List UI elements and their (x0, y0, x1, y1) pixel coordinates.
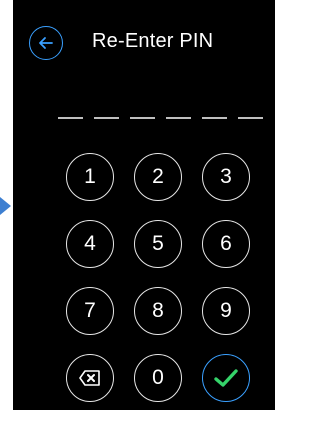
pin-slot (238, 117, 263, 119)
page-title: Re-Enter PIN (92, 30, 214, 52)
pin-slot (202, 117, 227, 119)
confirm-button[interactable] (202, 354, 250, 402)
key-9[interactable]: 9 (202, 287, 250, 335)
key-6[interactable]: 6 (202, 220, 250, 268)
key-1[interactable]: 1 (66, 153, 114, 201)
pin-slot (166, 117, 191, 119)
pointer-arrow-icon (0, 197, 11, 215)
pin-slot (58, 117, 83, 119)
key-4[interactable]: 4 (66, 220, 114, 268)
key-5[interactable]: 5 (134, 220, 182, 268)
header: Re-Enter PIN (13, 22, 275, 66)
key-8[interactable]: 8 (134, 287, 182, 335)
arrow-left-icon (39, 37, 53, 49)
pin-slot (130, 117, 155, 119)
backspace-button[interactable] (66, 354, 114, 402)
key-0[interactable]: 0 (134, 354, 182, 402)
backspace-icon (79, 370, 100, 386)
pin-entry-screen: Re-Enter PIN 1 2 3 4 5 6 7 8 9 0 (13, 0, 275, 410)
checkmark-icon (214, 369, 238, 387)
pin-slots (58, 117, 263, 119)
key-2[interactable]: 2 (134, 153, 182, 201)
key-7[interactable]: 7 (66, 287, 114, 335)
pin-slot (94, 117, 119, 119)
screenshot-stage: Re-Enter PIN 1 2 3 4 5 6 7 8 9 0 (0, 0, 287, 432)
back-button[interactable] (29, 26, 63, 60)
key-3[interactable]: 3 (202, 153, 250, 201)
